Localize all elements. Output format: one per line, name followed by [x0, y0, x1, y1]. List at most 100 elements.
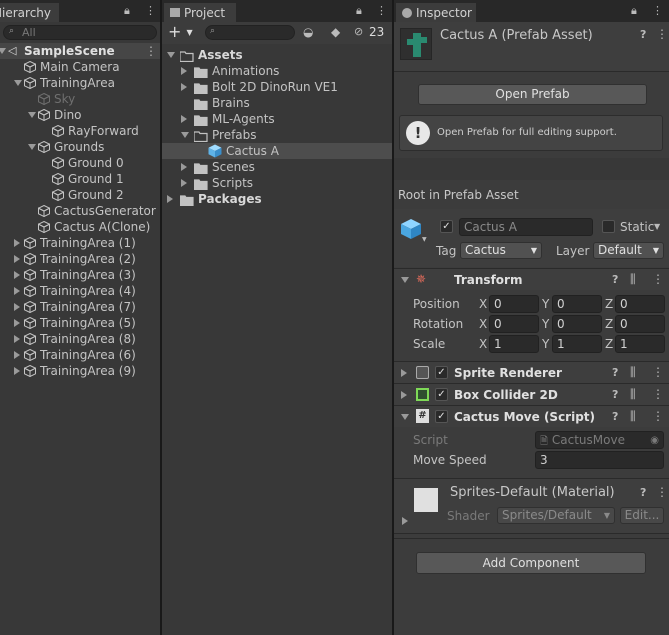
help-icon[interactable]: ?: [640, 28, 646, 41]
more-menu-icon[interactable]: ⋮: [652, 4, 663, 17]
expand-arrow[interactable]: [181, 83, 187, 91]
hierarchy-item[interactable]: TrainingArea (3): [0, 267, 160, 283]
expand-arrow[interactable]: [181, 132, 189, 138]
scene-more-icon[interactable]: ⋮: [145, 43, 157, 59]
tab-hierarchy[interactable]: Hierarchy: [0, 3, 59, 22]
presets-icon[interactable]: ⫼: [630, 409, 636, 424]
hierarchy-item[interactable]: TrainingArea: [0, 75, 160, 91]
hierarchy-item[interactable]: Dino: [0, 107, 160, 123]
transform-x-field[interactable]: 1: [489, 335, 539, 353]
lock-icon[interactable]: 🔒︎: [631, 4, 637, 18]
material-more-icon[interactable]: ⋮: [656, 485, 668, 499]
component-more-icon[interactable]: ⋮: [652, 272, 664, 286]
transform-header[interactable]: ✵ Transform ? ⫼ ⋮: [394, 268, 669, 290]
expand-arrow[interactable]: [14, 319, 20, 327]
project-item[interactable]: Scenes: [162, 159, 392, 175]
scene-row[interactable]: ◁ SampleScene ⋮: [0, 43, 160, 59]
transform-y-field[interactable]: 0: [552, 295, 602, 313]
expand-arrow[interactable]: [14, 271, 20, 279]
transform-z-field[interactable]: 0: [615, 295, 665, 313]
expand-arrow[interactable]: [167, 52, 175, 58]
project-item[interactable]: Assets: [162, 47, 392, 63]
component-more-icon[interactable]: ⋮: [652, 409, 664, 423]
expand-arrow[interactable]: [181, 67, 187, 75]
expand-arrow[interactable]: [167, 195, 173, 203]
add-component-button[interactable]: Add Component: [416, 552, 646, 574]
tag-dropdown[interactable]: Cactus ▼: [460, 242, 542, 259]
transform-x-field[interactable]: 0: [489, 295, 539, 313]
component-more-icon[interactable]: ⋮: [652, 365, 664, 379]
chevron-down-icon[interactable]: ▼: [422, 236, 427, 243]
move-speed-field[interactable]: 3: [535, 451, 664, 469]
help-icon[interactable]: ?: [612, 410, 618, 423]
transform-y-field[interactable]: 0: [552, 315, 602, 333]
expand-arrow[interactable]: [402, 517, 408, 525]
expand-arrow[interactable]: [14, 80, 22, 86]
hierarchy-item[interactable]: RayForward: [0, 123, 160, 139]
hierarchy-item[interactable]: TrainingArea (5): [0, 315, 160, 331]
expand-arrow[interactable]: [14, 367, 20, 375]
cactus-move-header[interactable]: # ✓ Cactus Move (Script) ? ⫼ ⋮: [394, 405, 669, 427]
filter-by-label-icon[interactable]: ◆: [331, 25, 340, 39]
box-collider-header[interactable]: ✓ Box Collider 2D ? ⫼ ⋮: [394, 383, 669, 405]
box-collider-enabled-checkbox[interactable]: ✓: [435, 388, 448, 401]
expand-arrow[interactable]: [28, 112, 36, 118]
layer-dropdown[interactable]: Default ▼: [593, 242, 664, 259]
hierarchy-item[interactable]: Ground 0: [0, 155, 160, 171]
transform-y-field[interactable]: 1: [552, 335, 602, 353]
presets-icon[interactable]: ⫼: [630, 387, 636, 402]
project-item[interactable]: Animations: [162, 63, 392, 79]
help-icon[interactable]: ?: [612, 273, 618, 286]
hierarchy-item[interactable]: Grounds: [0, 139, 160, 155]
expand-arrow[interactable]: [401, 369, 407, 377]
scene-expand-arrow[interactable]: [0, 48, 6, 54]
sprite-renderer-enabled-checkbox[interactable]: ✓: [435, 366, 448, 379]
hierarchy-item[interactable]: TrainingArea (6): [0, 347, 160, 363]
lock-icon[interactable]: 🔒︎: [356, 4, 362, 18]
expand-arrow[interactable]: [14, 335, 20, 343]
expand-arrow[interactable]: [14, 255, 20, 263]
expand-arrow[interactable]: [14, 287, 20, 295]
create-button[interactable]: + ▼: [168, 22, 193, 41]
project-search-input[interactable]: ⌕: [205, 25, 295, 40]
tab-inspector[interactable]: Inspector: [396, 3, 476, 22]
hierarchy-item[interactable]: TrainingArea (8): [0, 331, 160, 347]
hierarchy-item[interactable]: TrainingArea (4): [0, 283, 160, 299]
filter-by-type-icon[interactable]: ◒: [303, 25, 313, 39]
hierarchy-item[interactable]: Sky: [0, 91, 160, 107]
expand-arrow[interactable]: [14, 303, 20, 311]
lock-icon[interactable]: 🔒︎: [124, 4, 130, 18]
sprite-renderer-header[interactable]: ✓ Sprite Renderer ? ⫼ ⋮: [394, 361, 669, 383]
tab-project[interactable]: Project: [164, 3, 236, 22]
transform-z-field[interactable]: 0: [615, 315, 665, 333]
project-item[interactable]: Bolt 2D DinoRun VE1: [162, 79, 392, 95]
expand-arrow[interactable]: [401, 277, 409, 283]
active-checkbox[interactable]: ✓: [440, 220, 453, 233]
expand-arrow[interactable]: [401, 391, 407, 399]
project-item[interactable]: Cactus A: [162, 143, 392, 159]
project-item[interactable]: Prefabs: [162, 127, 392, 143]
hierarchy-item[interactable]: Cactus A(Clone): [0, 219, 160, 235]
project-item[interactable]: Packages: [162, 191, 392, 207]
transform-z-field[interactable]: 1: [615, 335, 665, 353]
expand-arrow[interactable]: [14, 351, 20, 359]
header-more-icon[interactable]: ⋮: [656, 27, 668, 41]
more-menu-icon[interactable]: ⋮: [145, 4, 156, 17]
expand-arrow[interactable]: [14, 239, 20, 247]
more-menu-icon[interactable]: ⋮: [376, 4, 387, 17]
hierarchy-item[interactable]: CactusGenerator: [0, 203, 160, 219]
edit-shader-button[interactable]: Edit...: [620, 507, 664, 524]
hierarchy-item[interactable]: TrainingArea (2): [0, 251, 160, 267]
transform-x-field[interactable]: 0: [489, 315, 539, 333]
hierarchy-item[interactable]: TrainingArea (7): [0, 299, 160, 315]
expand-arrow[interactable]: [181, 179, 187, 187]
project-item[interactable]: Brains: [162, 95, 392, 111]
object-name-field[interactable]: Cactus A: [459, 218, 593, 236]
chevron-down-icon[interactable]: ▼: [654, 222, 660, 231]
help-icon[interactable]: ?: [640, 486, 646, 499]
expand-arrow[interactable]: [181, 115, 187, 123]
help-icon[interactable]: ?: [612, 366, 618, 379]
hierarchy-search-field[interactable]: ⌕ All: [3, 25, 157, 40]
expand-arrow[interactable]: [28, 144, 36, 150]
cactus-move-enabled-checkbox[interactable]: ✓: [435, 410, 448, 423]
